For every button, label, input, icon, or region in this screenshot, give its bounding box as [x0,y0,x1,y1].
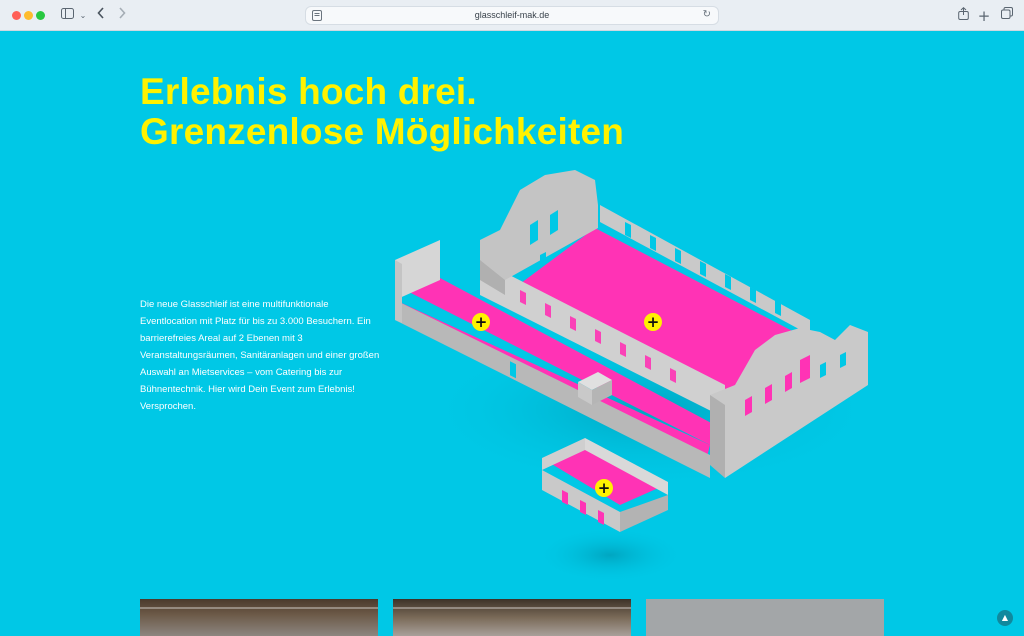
hotspot-main-hall[interactable]: + [644,313,662,331]
new-tab-icon[interactable]: + [975,7,993,25]
venue-photo-card-1[interactable] [140,599,378,636]
close-window-button[interactable] [12,11,21,20]
zoom-window-button[interactable] [36,11,45,20]
share-icon[interactable] [954,7,972,25]
hotspot-small-room[interactable]: + [595,479,613,497]
address-bar[interactable]: glasschleif-mak.de ↻ [305,6,719,25]
browser-toolbar: ⌄ glasschleif-mak.de ↻ + [0,0,1024,31]
minimize-window-button[interactable] [24,11,33,20]
reload-icon[interactable]: ↻ [703,9,711,20]
forward-icon[interactable] [113,7,131,25]
venue-photo-card-3[interactable] [646,599,884,636]
tabs-overview-icon[interactable] [998,7,1016,25]
page-headline: Erlebnis hoch drei. Grenzenlose Möglichk… [140,72,624,152]
headline-line-1: Erlebnis hoch drei. [140,71,477,112]
url-text: glasschleif-mak.de [474,10,550,20]
hotspot-gallery[interactable]: + [472,313,490,331]
hero-description: Die neue Glasschleif ist eine multifunkt… [140,299,380,412]
headline-line-2: Grenzenlose Möglichkeiten [140,111,625,152]
scroll-to-top-button[interactable]: ▲ [997,610,1013,626]
venue-floorplan-illustration [395,170,880,583]
venue-photo-card-2[interactable] [393,599,631,636]
back-icon[interactable] [92,7,110,25]
chevron-down-icon[interactable]: ⌄ [74,7,92,25]
